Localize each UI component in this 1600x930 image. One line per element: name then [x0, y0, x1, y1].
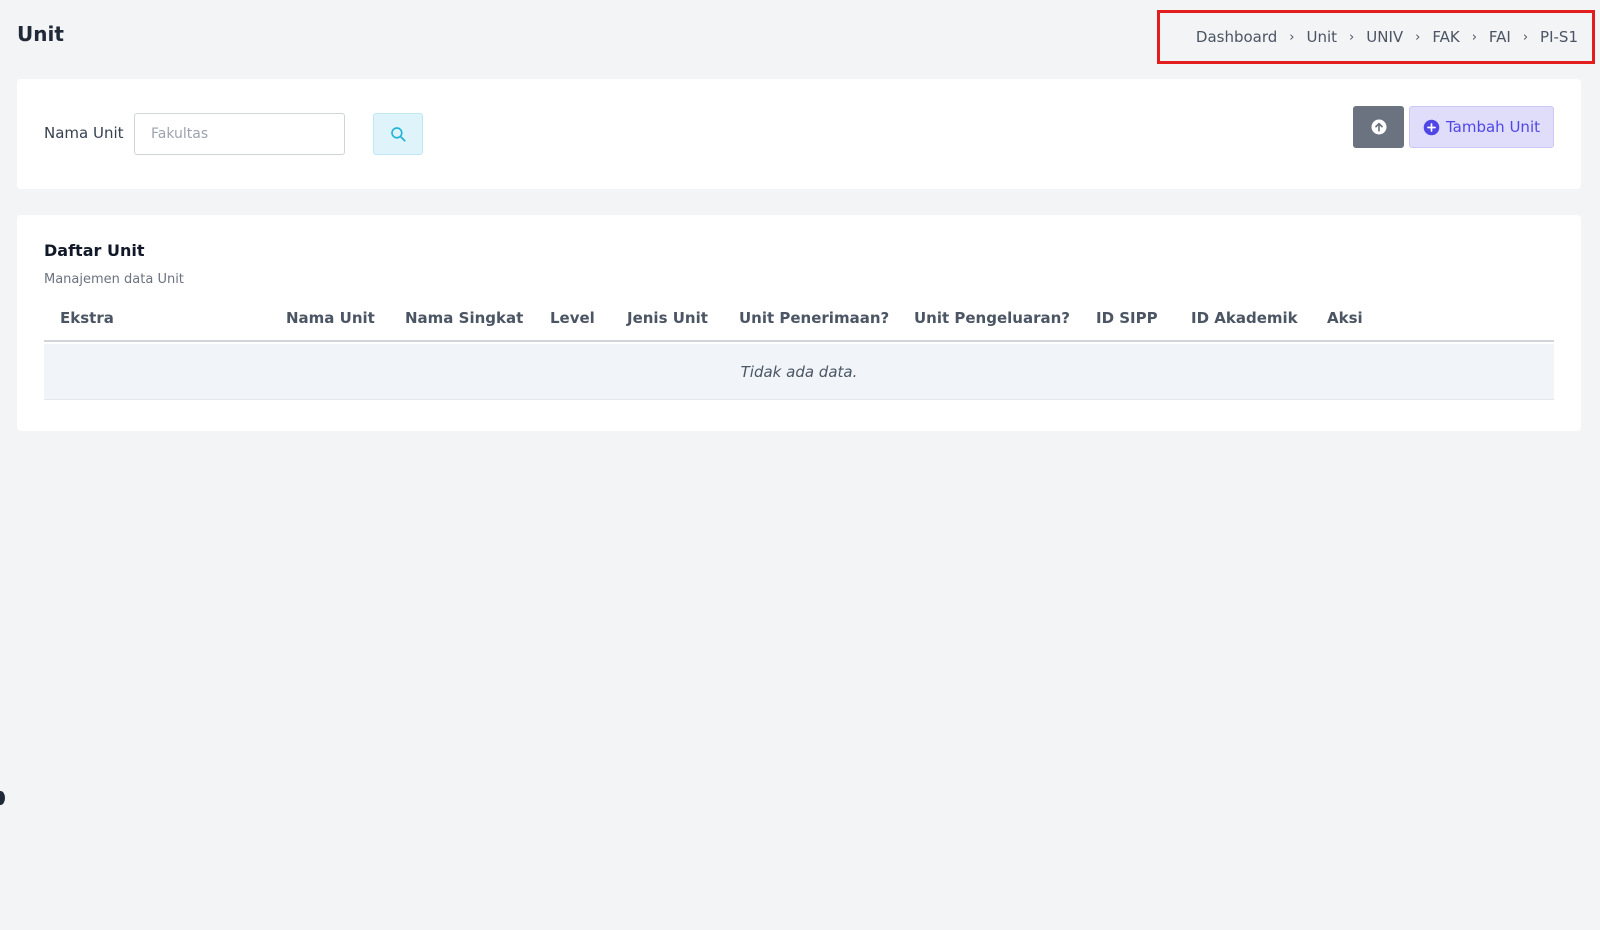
table-empty-row: Tidak ada data.	[44, 344, 1554, 400]
breadcrumb-item-fak[interactable]: FAK	[1432, 28, 1459, 46]
chevron-right-icon: ›	[1415, 29, 1421, 45]
scroll-handle[interactable]	[0, 791, 5, 805]
list-subtitle: Manajemen data Unit	[44, 272, 184, 287]
filter-card: Nama Unit Tambah Unit	[17, 79, 1581, 189]
breadcrumb-item-univ[interactable]: UNIV	[1366, 28, 1403, 46]
plus-circle-icon	[1423, 119, 1440, 135]
column-header-aksi: Aksi	[1327, 309, 1363, 327]
column-header-jenis-unit[interactable]: Jenis Unit	[627, 309, 708, 327]
breadcrumb-item-unit[interactable]: Unit	[1307, 28, 1338, 46]
column-header-level[interactable]: Level	[550, 309, 595, 327]
column-header-id-akademik[interactable]: ID Akademik	[1191, 309, 1298, 327]
column-header-unit-penerimaan[interactable]: Unit Penerimaan?	[739, 309, 889, 327]
column-header-nama-singkat[interactable]: Nama Singkat	[405, 309, 523, 327]
chevron-right-icon: ›	[1471, 29, 1477, 45]
upload-button[interactable]	[1353, 106, 1404, 148]
breadcrumb-item-pi-s1: PI-S1	[1540, 28, 1578, 46]
breadcrumb: Dashboard › Unit › UNIV › FAK › FAI › PI…	[1157, 10, 1595, 64]
search-icon	[391, 127, 406, 142]
list-title: Daftar Unit	[44, 241, 145, 260]
breadcrumb-item-fai[interactable]: FAI	[1489, 28, 1511, 46]
nama-unit-input[interactable]	[134, 113, 345, 155]
column-header-id-sipp[interactable]: ID SIPP	[1096, 309, 1158, 327]
column-header-ekstra[interactable]: Ekstra	[60, 309, 114, 327]
breadcrumb-item-dashboard[interactable]: Dashboard	[1196, 28, 1277, 46]
table-header: Ekstra Nama Unit Nama Singkat Level Jeni…	[44, 295, 1554, 342]
upload-icon	[1371, 119, 1386, 135]
page-title: Unit	[17, 22, 64, 46]
tambah-unit-button[interactable]: Tambah Unit	[1409, 106, 1554, 148]
nama-unit-label: Nama Unit	[44, 124, 124, 142]
search-button[interactable]	[373, 113, 423, 155]
unit-list-card: Daftar Unit Manajemen data Unit Ekstra N…	[17, 215, 1581, 431]
chevron-right-icon: ›	[1522, 29, 1529, 45]
tambah-unit-label: Tambah Unit	[1445, 118, 1540, 136]
chevron-right-icon: ›	[1289, 29, 1295, 45]
chevron-right-icon: ›	[1349, 29, 1355, 45]
column-header-unit-pengeluaran[interactable]: Unit Pengeluaran?	[914, 309, 1070, 327]
column-header-nama-unit[interactable]: Nama Unit	[286, 309, 375, 327]
